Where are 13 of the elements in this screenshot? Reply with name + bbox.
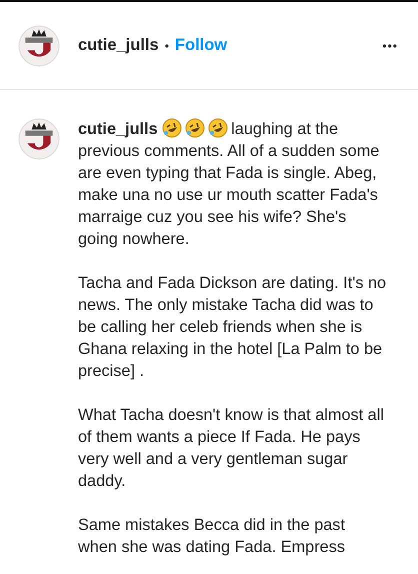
more-options-button[interactable]: ••• <box>378 34 402 56</box>
avatar-icon[interactable] <box>18 24 60 66</box>
laughing-emoji-icon <box>162 118 182 138</box>
laughing-emoji-icon <box>208 118 228 138</box>
username[interactable]: cutie_julls <box>78 36 159 55</box>
comment-text: What Tacha doesn't know is that almost all of them wants a piece If Fada. He pays very well and a very gentleman sugar daddy. <box>78 405 385 492</box>
comment-text: Same mistakes Becca did in the past when she was dating Fada. Empress <box>78 515 346 558</box>
separator-dot: • <box>164 38 169 52</box>
comment-text: Tacha and Fada Dickson are dating. It's no news. The only mistake Tacha did was to be calling her celeb friends when she is Ghana relaxing in the hotel [La Palm to be precise] . <box>78 273 388 382</box>
comment-username[interactable]: cutie_julls <box>78 120 158 138</box>
laughing-emoji-icon <box>185 118 206 138</box>
comment-text: cutie_julls laughing at the previous comments. All of a sudden some are even typing that Fada is single. Abeg, make una no use ur mouth scatter Fada's marraige cuz you see his wife? She's going nowhere. <box>78 118 380 250</box>
avatar-icon[interactable] <box>18 118 60 160</box>
